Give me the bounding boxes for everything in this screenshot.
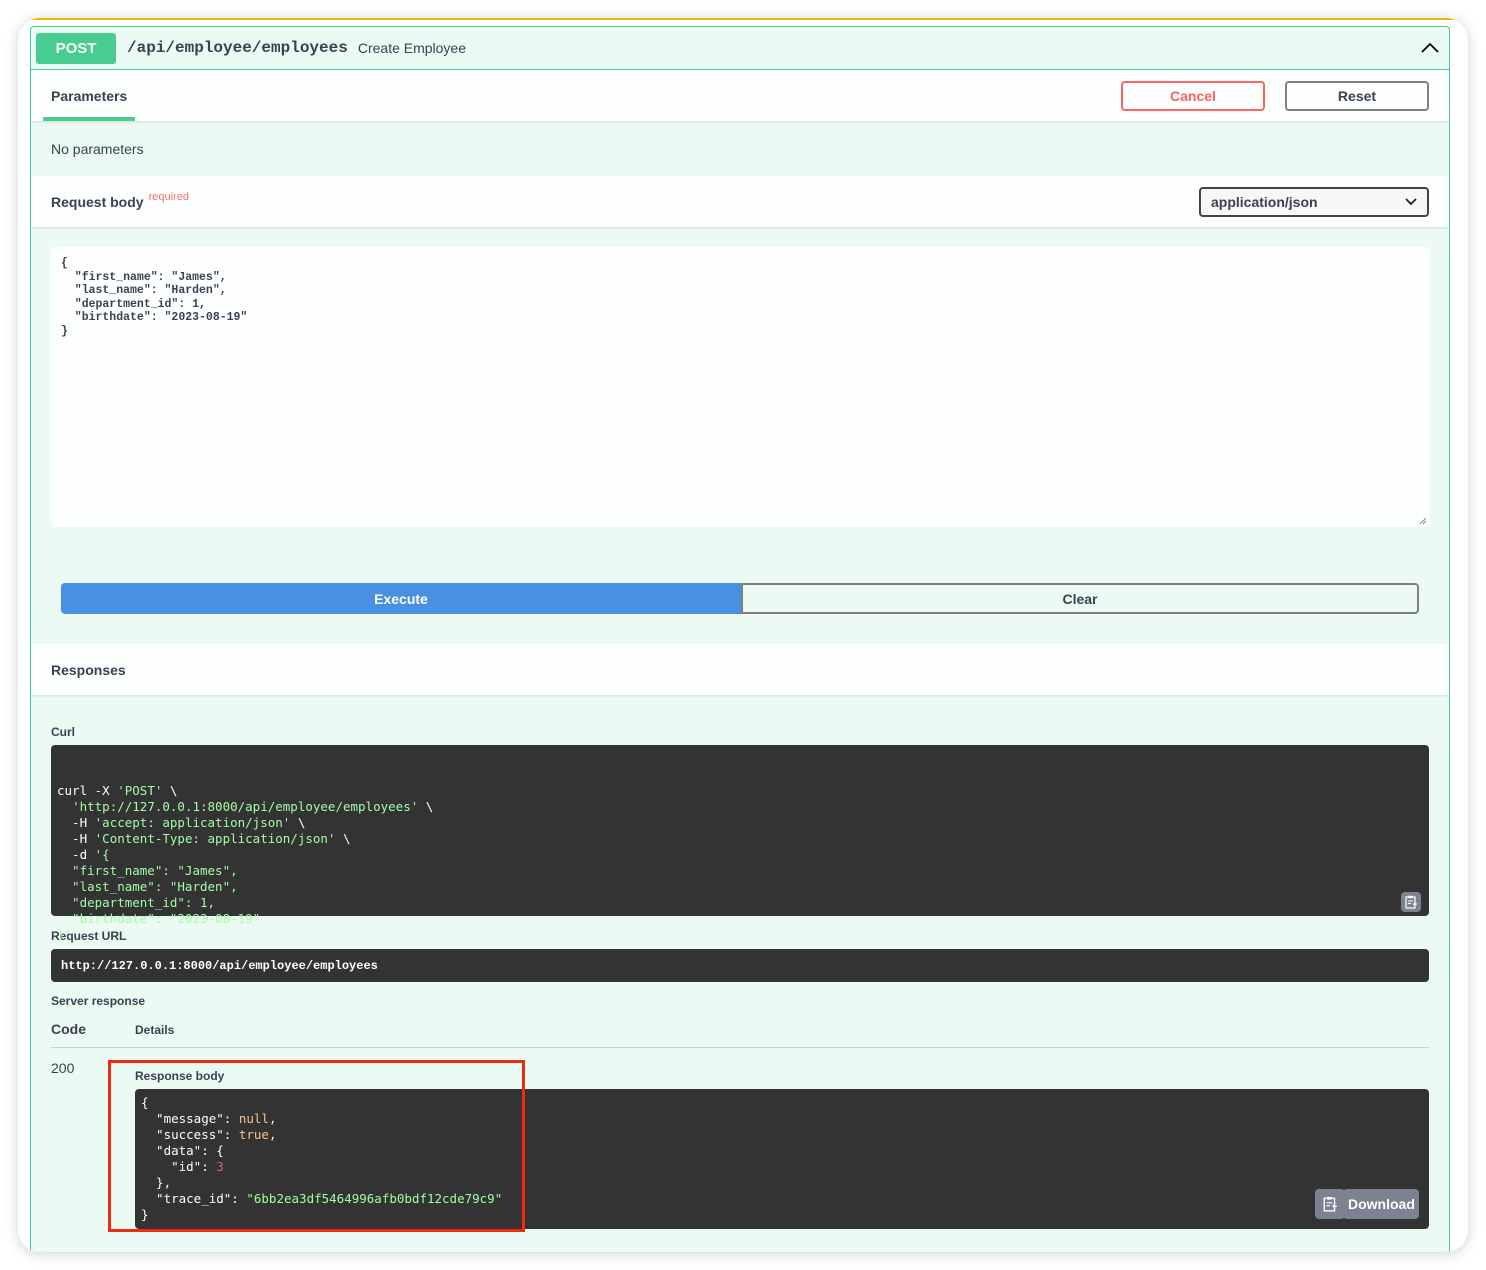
response-row: 200 Response body { "message": null, "su…	[51, 1048, 1429, 1229]
responses-title: Responses	[51, 661, 126, 678]
cancel-button[interactable]: Cancel	[1121, 80, 1265, 111]
request-body-header: Request body required application/json	[31, 176, 1449, 227]
curl-line: -H 'accept: application/json' \	[57, 815, 1423, 831]
curl-string: "birthdate": "2023-08-19"	[57, 911, 261, 926]
curl-string: "first_name": "James",	[57, 863, 238, 878]
curl-tail: \	[290, 815, 306, 830]
collapse-button[interactable]	[1420, 38, 1440, 58]
clipboard-icon	[1405, 895, 1417, 909]
request-body-text: { "first_name": "James", "last_name": "H…	[61, 257, 248, 338]
curl-string: }'	[57, 927, 73, 942]
curl-plain: curl -X	[57, 783, 118, 798]
curl-plain: -H	[57, 831, 95, 846]
brace-open: {	[141, 1095, 149, 1110]
no-parameters-text: No parameters	[51, 140, 144, 157]
curl-string: 'Content-Type: application/json'	[94, 831, 336, 846]
curl-tail: \	[418, 799, 434, 814]
curl-plain: -d	[57, 847, 95, 862]
curl-line: "birthdate": "2023-08-19"	[57, 911, 1423, 927]
curl-line: 'http://127.0.0.1:8000/api/employee/empl…	[57, 799, 1423, 815]
curl-string: "department_id": 1,	[57, 895, 216, 910]
server-response-label: Server response	[51, 994, 146, 1008]
curl-tail: \	[162, 783, 178, 798]
tab-parameters[interactable]: Parameters	[42, 70, 136, 121]
curl-line: "last_name": "Harden",	[57, 879, 1423, 895]
curl-string: '{	[94, 847, 110, 862]
resize-handle-icon[interactable]	[1419, 517, 1427, 525]
curl-lines: curl -X 'POST' \ 'http://127.0.0.1:8000/…	[57, 783, 1423, 943]
clear-button[interactable]: Clear	[741, 583, 1419, 614]
curl-string: 'POST'	[117, 783, 163, 798]
curl-line: -d '{	[57, 847, 1423, 863]
curl-line: -H 'Content-Type: application/json' \	[57, 831, 1423, 847]
content-type-select[interactable]: application/json	[1199, 186, 1429, 217]
download-button[interactable]: Download	[1343, 1189, 1419, 1219]
request-body-label: Request body	[51, 193, 144, 210]
operation-description: Create Employee	[357, 40, 467, 56]
operation-path: /api/employee/employees	[127, 39, 348, 57]
responses-header: Responses	[31, 644, 1449, 695]
required-marker: required	[148, 190, 189, 203]
curl-line: }'	[57, 927, 1423, 943]
curl-string: 'accept: application/json'	[94, 815, 291, 830]
execute-row: Execute Clear	[31, 583, 1449, 614]
data-id-value: 3	[216, 1159, 224, 1174]
operation-block-post: POST /api/employee/employees Create Empl…	[30, 26, 1450, 1252]
curl-string: "last_name": "Harden",	[57, 879, 238, 894]
chevron-down-icon	[1405, 197, 1417, 205]
operation-summary[interactable]: POST /api/employee/employees Create Empl…	[31, 27, 1449, 70]
response-body-label: Response body	[135, 1069, 225, 1083]
reset-button[interactable]: Reset	[1285, 80, 1429, 111]
execute-button[interactable]: Execute	[61, 583, 741, 614]
curl-plain	[57, 799, 72, 814]
method-badge: POST	[36, 32, 116, 64]
curl-string: 'http://127.0.0.1:8000/api/employee/empl…	[72, 799, 419, 814]
request-body-area: { "first_name": "James", "last_name": "H…	[31, 227, 1449, 583]
browser-window: POST /api/employee/employees Create Empl…	[18, 18, 1468, 1252]
column-code: Code	[51, 1021, 86, 1037]
status-code: 200	[51, 1060, 75, 1076]
column-details: Details	[135, 1023, 175, 1037]
chevron-up-icon	[1421, 42, 1439, 53]
curl-line: "first_name": "James",	[57, 863, 1423, 879]
copy-response-button[interactable]	[1315, 1189, 1345, 1219]
request-body-editor[interactable]: { "first_name": "James", "last_name": "H…	[51, 247, 1429, 527]
curl-line: "department_id": 1,	[57, 895, 1423, 911]
copy-curl-button[interactable]	[1401, 892, 1421, 912]
curl-label: Curl	[51, 725, 75, 739]
trace-id-value: "6bb2ea3df5464996afb0bdf12cde79c9"	[246, 1191, 503, 1206]
curl-line: curl -X 'POST' \	[57, 783, 1423, 799]
response-table-header: Code Details	[51, 1008, 1429, 1048]
parameters-header: Parameters Cancel Reset	[31, 70, 1449, 121]
response-body-block: { "message": null, "success": true, "dat…	[135, 1089, 1429, 1229]
curl-plain: -H	[57, 815, 95, 830]
request-body-title: Request body required	[51, 190, 189, 210]
response-details: Response body { "message": null, "succes…	[135, 1060, 1429, 1229]
top-accent-line	[30, 18, 1456, 20]
success-value: true	[238, 1127, 269, 1142]
curl-tail: \	[335, 831, 351, 846]
clipboard-icon	[1323, 1196, 1337, 1212]
message-value: null	[238, 1111, 269, 1126]
responses-content: Curl curl -X 'POST' \ 'http://127.0.0.1:…	[31, 725, 1449, 1229]
content-type-value: application/json	[1211, 193, 1318, 210]
curl-code-block: curl -X 'POST' \ 'http://127.0.0.1:8000/…	[51, 745, 1429, 942]
